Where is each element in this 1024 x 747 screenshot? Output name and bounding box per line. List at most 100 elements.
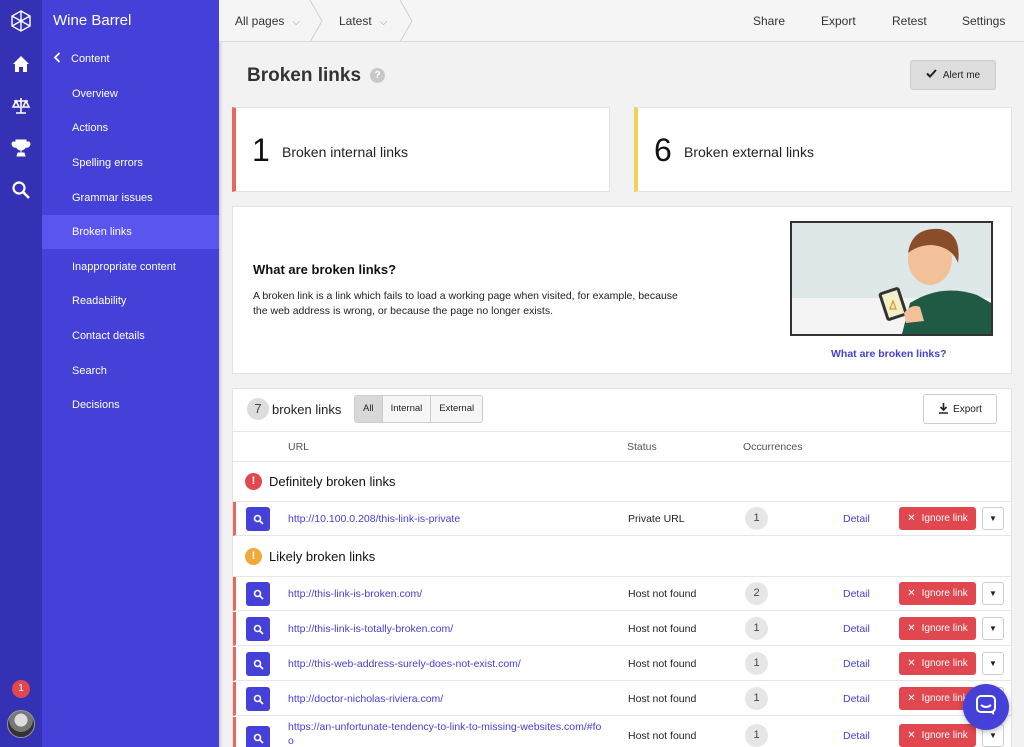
occurrence-count: 2 <box>745 582 768 605</box>
link-status: Private URL <box>628 513 685 525</box>
filter-internal[interactable]: Internal <box>383 396 432 422</box>
column-url[interactable]: URL <box>288 441 309 453</box>
inspect-search-button[interactable] <box>246 507 270 531</box>
trophy-icon[interactable] <box>9 136 33 160</box>
retest-button[interactable]: Retest <box>892 0 927 42</box>
link-url[interactable]: https://an-unfortunate-tendency-to-link-… <box>288 720 606 747</box>
broken-links-panel: 7 broken links All Internal External Exp… <box>232 388 1012 747</box>
chat-launcher-button[interactable] <box>963 684 1009 730</box>
ignore-link-button[interactable]: ✕ Ignore link <box>899 507 976 530</box>
ignore-link-button[interactable]: ✕ Ignore link <box>899 652 976 675</box>
nav-item-decisions[interactable]: Decisions <box>42 388 219 422</box>
download-icon <box>938 402 949 417</box>
link-status: Host not found <box>628 658 697 670</box>
user-avatar[interactable] <box>7 710 35 738</box>
nav-shadow <box>219 0 223 747</box>
inspect-search-button[interactable] <box>246 582 270 606</box>
detail-link[interactable]: Detail <box>843 693 870 705</box>
alert-me-button[interactable]: Alert me <box>910 60 996 90</box>
row-menu-dropdown[interactable]: ▼ <box>982 582 1004 605</box>
notification-badge[interactable]: 1 <box>12 680 30 698</box>
group-likely-broken: ! Likely broken links <box>233 537 1011 577</box>
x-icon: ✕ <box>907 588 916 599</box>
what-are-broken-links-link[interactable]: What are broken links? <box>831 348 947 360</box>
nav-item-broken-links[interactable]: Broken links <box>42 215 219 249</box>
table-row: http://doctor-nicholas-riviera.com/ Host… <box>233 682 1011 716</box>
row-menu-dropdown[interactable]: ▼ <box>982 507 1004 530</box>
nav-item-search[interactable]: Search <box>42 354 219 388</box>
occurrence-count: 1 <box>745 652 768 675</box>
filter-external[interactable]: External <box>431 396 482 422</box>
filter-all[interactable]: All <box>355 396 383 422</box>
chevron-down-icon: ⌵ <box>292 17 300 28</box>
table-row: http://this-link-is-broken.com/ Host not… <box>233 577 1011 611</box>
ignore-label: Ignore link <box>921 693 968 704</box>
page-title: Broken links <box>247 65 362 86</box>
chevron-down-icon: ⌵ <box>379 17 388 28</box>
column-status[interactable]: Status <box>627 441 657 453</box>
nav-item-grammar-issues[interactable]: Grammar issues <box>42 181 219 215</box>
help-icon[interactable]: ? <box>370 68 385 83</box>
nav-item-overview[interactable]: Overview <box>42 77 219 111</box>
broken-link-illustration[interactable] <box>790 221 993 336</box>
info-heading: What are broken links? <box>253 262 397 277</box>
pages-filter-label: All pages <box>235 14 285 28</box>
link-url[interactable]: http://doctor-nicholas-riviera.com/ <box>288 692 608 706</box>
inspect-search-button[interactable] <box>246 617 270 641</box>
scales-icon[interactable] <box>9 94 33 118</box>
nav-item-actions[interactable]: Actions <box>42 111 219 145</box>
group-label: Likely broken links <box>269 549 376 564</box>
row-menu-dropdown[interactable]: ▼ <box>982 617 1004 640</box>
back-to-content[interactable]: Content <box>53 52 110 66</box>
ignore-label: Ignore link <box>921 623 968 634</box>
inspect-search-button[interactable] <box>246 726 270 747</box>
detail-link[interactable]: Detail <box>843 623 870 635</box>
links-count-badge: 7 <box>247 398 269 420</box>
info-card: What are broken links? A broken link is … <box>232 206 1012 374</box>
link-url[interactable]: http://10.100.0.208/this-link-is-private <box>288 512 608 526</box>
version-filter-dropdown[interactable]: Latest ⌵ <box>339 0 387 42</box>
detail-link[interactable]: Detail <box>843 513 870 525</box>
inspect-search-button[interactable] <box>246 652 270 676</box>
link-url[interactable]: http://this-web-address-surely-does-not-… <box>288 657 608 671</box>
internal-links-card[interactable]: 1 Broken internal links <box>232 107 610 192</box>
link-url[interactable]: http://this-link-is-totally-broken.com/ <box>288 622 608 636</box>
section-nav: Wine Barrel Content Overview Actions Spe… <box>42 0 219 747</box>
x-icon: ✕ <box>907 513 916 524</box>
logo-icon[interactable] <box>9 9 33 33</box>
table-row: http://10.100.0.208/this-link-is-private… <box>233 502 1011 536</box>
export-list-label: Export <box>953 403 982 415</box>
search-icon[interactable] <box>9 178 33 202</box>
table-row: http://this-web-address-surely-does-not-… <box>233 647 1011 681</box>
links-count-label: broken links <box>272 402 342 417</box>
pages-filter-dropdown[interactable]: All pages ⌵ <box>235 0 300 42</box>
external-label: Broken external links <box>684 144 814 160</box>
export-top-button[interactable]: Export <box>821 0 856 42</box>
detail-link[interactable]: Detail <box>843 730 870 742</box>
ignore-label: Ignore link <box>921 658 968 669</box>
table-header: URL Status Occurrences <box>233 431 1011 462</box>
home-icon[interactable] <box>9 52 33 76</box>
x-icon: ✕ <box>907 730 916 741</box>
nav-item-spelling-errors[interactable]: Spelling errors <box>42 146 219 180</box>
ignore-link-button[interactable]: ✕ Ignore link <box>899 582 976 605</box>
column-occurrences[interactable]: Occurrences <box>743 441 803 453</box>
detail-link[interactable]: Detail <box>843 588 870 600</box>
share-button[interactable]: Share <box>753 0 785 42</box>
link-url[interactable]: http://this-link-is-broken.com/ <box>288 587 608 601</box>
settings-button[interactable]: Settings <box>962 0 1005 42</box>
occurrence-count: 1 <box>745 507 768 530</box>
ignore-link-button[interactable]: ✕ Ignore link <box>899 724 976 747</box>
export-list-button[interactable]: Export <box>923 394 997 424</box>
detail-link[interactable]: Detail <box>843 658 870 670</box>
table-row: http://this-link-is-totally-broken.com/ … <box>233 612 1011 646</box>
nav-item-inappropriate-content[interactable]: Inappropriate content <box>42 250 219 284</box>
ignore-link-button[interactable]: ✕ Ignore link <box>899 617 976 640</box>
nav-item-readability[interactable]: Readability <box>42 284 219 318</box>
alert-me-label: Alert me <box>942 69 981 81</box>
external-links-card[interactable]: 6 Broken external links <box>634 107 1012 192</box>
row-menu-dropdown[interactable]: ▼ <box>982 652 1004 675</box>
nav-item-contact-details[interactable]: Contact details <box>42 319 219 353</box>
chevron-left-icon <box>53 52 61 66</box>
inspect-search-button[interactable] <box>246 687 270 711</box>
